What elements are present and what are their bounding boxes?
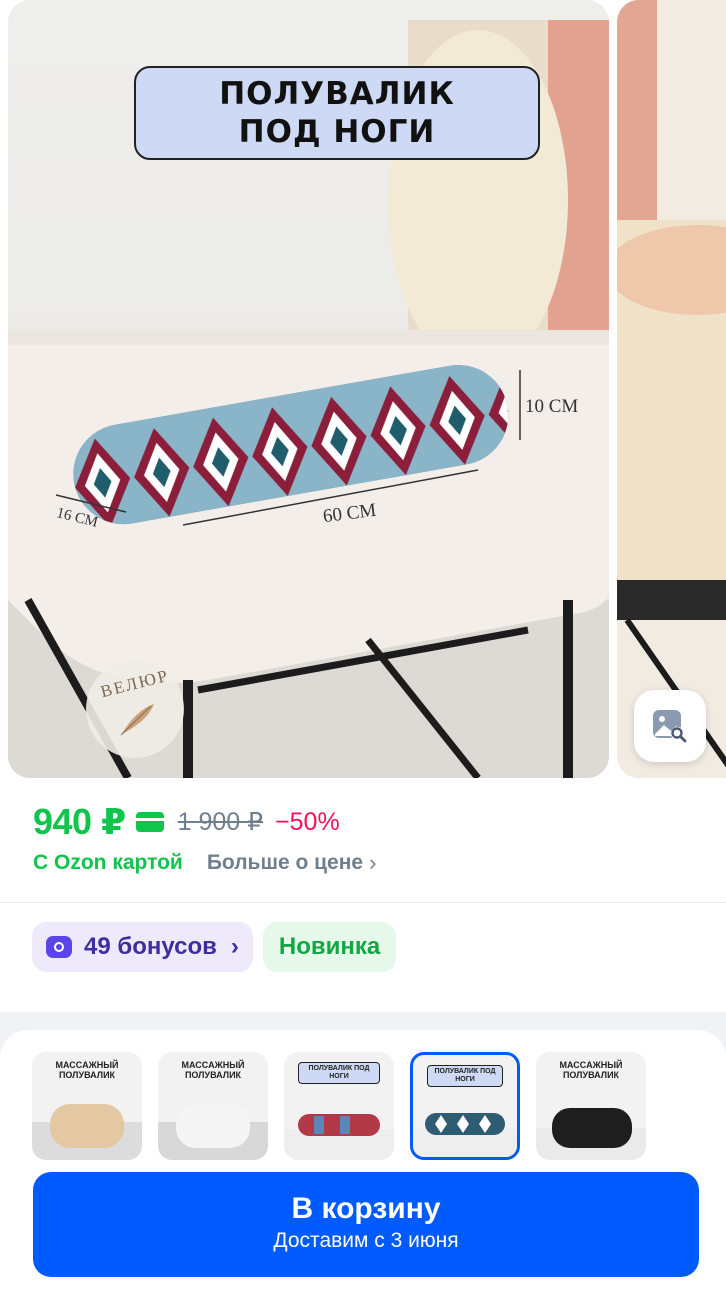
- product-photo-next: [617, 0, 726, 778]
- variant-thumb-white[interactable]: МАССАЖНЫЙ ПОЛУВАЛИК: [158, 1052, 268, 1160]
- variant-thumb-pattern-red[interactable]: ПОЛУВАЛИК ПОД НОГИ: [284, 1052, 394, 1160]
- bonus-icon: [46, 936, 72, 958]
- variant-image: [284, 1114, 394, 1160]
- variant-image: [413, 1113, 517, 1157]
- product-image-main[interactable]: ПОЛУВАЛИК ПОД НОГИ 10 СМ 60 СМ 16 СМ ВЕЛ…: [8, 0, 609, 778]
- price-row: 940 ₽ 1 900 ₽ −50%: [33, 800, 340, 844]
- divider: [0, 902, 726, 903]
- feather-icon: [120, 704, 154, 736]
- new-label: Новинка: [278, 933, 381, 960]
- chevron-right-icon: ›: [230, 933, 239, 960]
- variant-thumb-black[interactable]: МАССАЖНЫЙ ПОЛУВАЛИК: [536, 1052, 646, 1160]
- product-image-next[interactable]: [617, 0, 726, 778]
- add-to-cart-button[interactable]: В корзину Доставим с 3 июня: [33, 1172, 699, 1277]
- product-title-banner: ПОЛУВАЛИК ПОД НОГИ: [134, 66, 540, 160]
- variant-list: МАССАЖНЫЙ ПОЛУВАЛИК МАССАЖНЫЙ ПОЛУВАЛИК …: [32, 1052, 646, 1160]
- badges-row: 49 бонусов › Новинка: [32, 922, 397, 972]
- velour-badge-text: ВЕЛЮР: [98, 665, 172, 702]
- bonus-chip[interactable]: 49 бонусов ›: [32, 922, 253, 972]
- dimension-height: 10 СМ: [525, 396, 579, 417]
- product-gallery[interactable]: ПОЛУВАЛИК ПОД НОГИ 10 СМ 60 СМ 16 СМ ВЕЛ…: [0, 0, 726, 785]
- velour-badge: ВЕЛЮР: [86, 660, 184, 758]
- add-to-cart-label: В корзину: [291, 1191, 441, 1225]
- ozon-card-label[interactable]: С Ozon картой: [33, 851, 183, 875]
- ozon-card-icon: [135, 812, 164, 832]
- price-old: 1 900 ₽: [177, 808, 264, 836]
- chevron-right-icon: ›: [369, 850, 377, 875]
- image-search-icon: [653, 710, 687, 743]
- delivery-date-text: Доставим с 3 июня: [273, 1228, 459, 1252]
- variant-image: [158, 1104, 268, 1160]
- variant-image: [536, 1108, 646, 1160]
- visual-search-button[interactable]: [634, 690, 706, 762]
- price-current: 940 ₽: [33, 801, 126, 842]
- more-about-price-link[interactable]: Больше о цене: [207, 851, 363, 875]
- price-discount: −50%: [275, 807, 340, 836]
- variant-thumb-pattern-blue[interactable]: ПОЛУВАЛИК ПОД НОГИ: [410, 1052, 520, 1160]
- variant-image: [32, 1104, 142, 1160]
- banner-title: ПОЛУВАЛИК ПОД НОГИ: [219, 76, 455, 150]
- new-badge: Новинка: [262, 922, 397, 972]
- price-subline: С Ozon картой Больше о цене ›: [33, 848, 376, 878]
- variant-thumb-beige[interactable]: МАССАЖНЫЙ ПОЛУВАЛИК: [32, 1052, 142, 1160]
- bonus-label: 49 бонусов: [84, 933, 217, 960]
